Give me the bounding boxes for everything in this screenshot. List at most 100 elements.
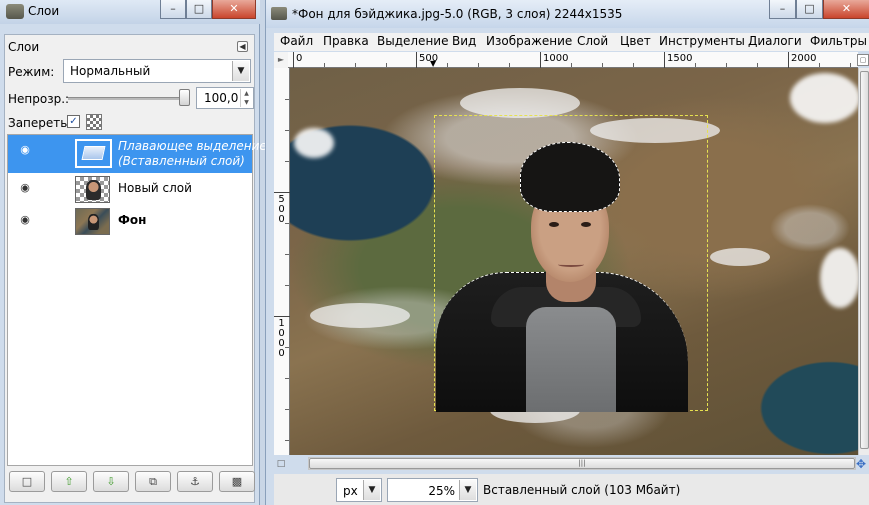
layer-name-line2: (Вставленный слой) [118, 154, 245, 168]
portrait-eye [581, 222, 591, 227]
menu-tools[interactable]: Инструменты [659, 34, 745, 48]
zoom-select[interactable]: 25% ▼ [387, 478, 478, 502]
lock-pixels-checkbox[interactable]: ✓ [67, 115, 80, 128]
opacity-label: Непрозр.: [8, 92, 70, 106]
ruler-tick [509, 63, 510, 67]
eye-icon[interactable]: ◉ [18, 214, 32, 226]
status-bar: px ▼ 25% ▼ Вставленный слой (103 Мбайт) [274, 474, 869, 505]
ruler-tick [324, 63, 325, 67]
layer-name: Плавающее выделение (Вставленный слой) [118, 139, 267, 169]
duplicate-layer-button[interactable]: ⧉ [135, 471, 171, 492]
eye-icon[interactable]: ◉ [18, 182, 32, 194]
cloud-area [790, 73, 858, 123]
ruler-tick [274, 192, 290, 193]
layer-name: Фон [118, 213, 147, 227]
horizontal-scrollbar[interactable]: ||| [308, 457, 856, 470]
gimp-app-icon [271, 7, 287, 20]
ruler-tick [788, 52, 789, 68]
close-button[interactable]: ✕ [212, 0, 256, 19]
dock-menu-icon[interactable]: ◀ [237, 41, 248, 52]
maximize-button[interactable]: □ [796, 0, 823, 19]
ruler-label: 1000 [278, 318, 285, 359]
menu-image[interactable]: Изображение [486, 34, 572, 48]
ruler-tick [757, 63, 758, 67]
ruler-tick [571, 63, 572, 67]
lower-layer-button[interactable]: ⇩ [93, 471, 129, 492]
anchor-layer-button[interactable]: ⚓ [177, 471, 213, 492]
mode-select[interactable]: Нормальный ▼ [63, 59, 251, 83]
pasted-portrait [436, 142, 688, 412]
dock-tab-label[interactable]: Слои [8, 40, 39, 54]
mode-label: Режим: [8, 65, 55, 79]
ruler-tick [285, 347, 289, 348]
layer-row-floating-selection[interactable]: ◉ Плавающее выделение (Вставленный слой) [8, 135, 267, 173]
opacity-spin-field[interactable]: 100,0 ▲ ▼ [196, 87, 254, 109]
snow-area [460, 88, 580, 118]
layers-titlebar[interactable]: Слои – □ ✕ [0, 0, 260, 24]
layer-thumbnail [75, 176, 110, 203]
vertical-scrollbar-thumb[interactable] [860, 71, 869, 449]
lock-alpha-icon[interactable] [86, 114, 102, 130]
ruler-tick [695, 63, 696, 67]
delete-layer-button[interactable]: ▩ [219, 471, 255, 492]
opacity-slider-thumb[interactable] [179, 89, 190, 106]
quick-mask-icon[interactable]: □ [274, 457, 288, 471]
layer-button-bar: □ ⇧ ⇩ ⧉ ⚓ ▩ [7, 471, 255, 495]
vertical-scrollbar[interactable] [858, 68, 869, 455]
unit-select[interactable]: px ▼ [336, 478, 382, 502]
layer-row-background[interactable]: ◉ Фон [8, 205, 252, 237]
portrait-hair [520, 142, 620, 212]
unit-value: px [343, 484, 358, 498]
portrait-eye [549, 222, 559, 227]
menu-view[interactable]: Вид [452, 34, 476, 48]
navigate-icon[interactable]: ✥ [854, 457, 868, 471]
eye-icon[interactable]: ◉ [18, 144, 32, 156]
cloud-area [294, 128, 334, 158]
new-layer-button[interactable]: □ [9, 471, 45, 492]
ruler-tick [285, 285, 289, 286]
menu-layer[interactable]: Слой [577, 34, 608, 48]
opacity-slider-track[interactable] [68, 97, 188, 100]
layer-name: Новый слой [118, 181, 192, 195]
image-window-title: *Фон для бэйджика.jpg-5.0 (RGB, 3 слоя) … [292, 7, 623, 21]
horizontal-scrollbar-thumb[interactable]: ||| [309, 458, 855, 469]
layers-dock: Слои ◀ Режим: Нормальный ▼ Непрозр.: 100… [4, 34, 267, 503]
ruler-tick [285, 440, 289, 441]
raise-layer-button[interactable]: ⇧ [51, 471, 87, 492]
menu-file[interactable]: Файл [280, 34, 313, 48]
vertical-ruler[interactable]: 500 1000 [274, 68, 290, 455]
ruler-tick [355, 63, 356, 67]
layers-window: Слои – □ ✕ Слои ◀ Режим: Нормальный ▼ Не… [0, 0, 267, 505]
chevron-down-icon[interactable]: ▼ [459, 480, 476, 500]
horizontal-ruler[interactable]: 0 500 1000 1500 2000 ▼ [288, 52, 858, 68]
minimize-button[interactable]: – [160, 0, 186, 19]
menu-filters[interactable]: Фильтры [810, 34, 867, 48]
minimize-button[interactable]: – [769, 0, 796, 19]
ruler-label: 2000 [791, 53, 817, 64]
portrait-mouth [558, 262, 584, 267]
image-titlebar[interactable]: *Фон для бэйджика.jpg-5.0 (RGB, 3 слоя) … [266, 0, 869, 28]
ruler-label: 1000 [543, 53, 569, 64]
ruler-tick [285, 378, 289, 379]
menu-select[interactable]: Выделение [377, 34, 448, 48]
menu-colors[interactable]: Цвет [620, 34, 651, 48]
zoom-to-fit-icon[interactable]: ▢ [857, 54, 869, 66]
close-button[interactable]: ✕ [823, 0, 869, 19]
menu-arrow-icon[interactable]: ► [274, 52, 288, 68]
maximize-button[interactable]: □ [186, 0, 212, 19]
ruler-tick [447, 63, 448, 67]
ruler-tick [285, 409, 289, 410]
ruler-tick [285, 99, 289, 100]
layer-thumbnail [75, 208, 110, 235]
menu-edit[interactable]: Правка [323, 34, 369, 48]
chevron-down-icon[interactable]: ▼ [232, 61, 249, 81]
layer-row-new-layer[interactable]: ◉ Новый слой [8, 173, 252, 205]
image-canvas[interactable] [290, 68, 858, 455]
spin-arrows-icon[interactable]: ▲ ▼ [240, 89, 252, 107]
ruler-tick [478, 63, 479, 67]
chevron-down-icon[interactable]: ▼ [363, 480, 380, 500]
ruler-tick [386, 63, 387, 67]
pointer-marker-icon: ▼ [430, 59, 437, 68]
menu-dialogs[interactable]: Диалоги [748, 34, 802, 48]
menubar: Файл Правка Выделение Вид Изображение Сл… [274, 33, 869, 51]
